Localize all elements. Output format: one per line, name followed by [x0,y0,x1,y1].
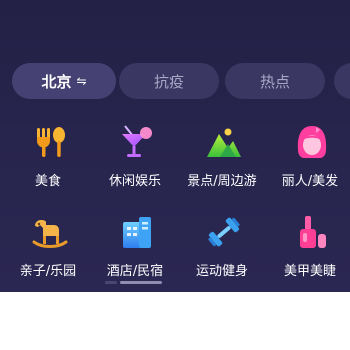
category-fitness[interactable]: 运动健身 [178,214,266,292]
category-entertainment[interactable]: 休闲娱乐 [91,124,179,204]
woman-face-icon [297,126,327,158]
category-food[interactable]: 美食 [4,124,92,204]
tab-anti-epidemic[interactable]: 抗疫 [119,63,219,99]
hotel-building-icon [123,217,151,248]
category-label: 景点/周边游 [187,174,257,189]
category-label: 运动健身 [195,264,248,279]
page-indicator-inactive [105,281,117,284]
nail-polish-icon [300,216,326,248]
tab-partial[interactable] [334,63,350,99]
category-label: 美食 [34,174,61,189]
category-label: 酒店/民宿 [106,264,164,279]
category-label: 丽人/美发 [281,174,339,189]
category-family[interactable]: 亲子/乐园 [4,214,92,292]
fork-spoon-icon [37,127,65,157]
category-label: 亲子/乐园 [19,264,77,279]
category-scenic[interactable]: 景点/周边游 [178,124,266,204]
tab-hotspot[interactable]: 热点 [225,63,325,99]
category-nails[interactable]: 美甲美睫 [266,214,350,292]
page-indicator-active [120,281,162,284]
swap-arrows-icon: ⇋ [76,74,87,88]
dumbbell-icon [208,217,240,247]
mountain-icon [207,128,241,157]
category-label: 美甲美睫 [283,264,336,279]
category-label: 休闲娱乐 [108,174,161,189]
category-beauty[interactable]: 丽人/美发 [266,124,350,204]
cocktail-icon [122,125,152,157]
tab-label: 抗疫 [153,72,184,91]
city-label: 北京 [41,72,72,91]
tab-label: 热点 [259,72,290,91]
rocking-horse-icon [32,220,68,248]
category-panel: 北京 ⇋ 抗疫 热点 美食 休闲娱乐 景点/周边游 丽人/美发 亲子/乐园 酒店… [0,0,350,292]
city-selector[interactable]: 北京 ⇋ [12,63,116,99]
